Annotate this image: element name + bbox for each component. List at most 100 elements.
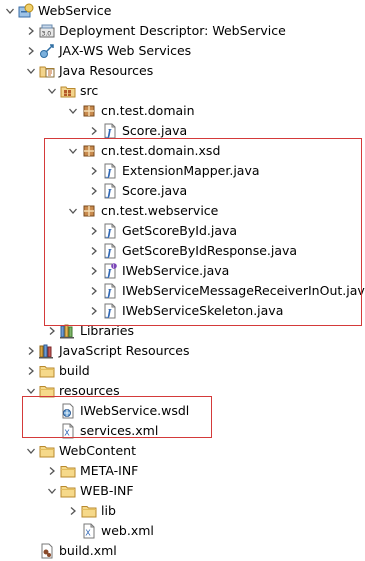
tree-item-label: JAX-WS Web Services bbox=[59, 43, 192, 58]
collapsed-arrow-icon[interactable] bbox=[89, 185, 99, 196]
collapsed-arrow-icon[interactable] bbox=[47, 465, 57, 476]
collapsed-arrow-icon[interactable] bbox=[68, 505, 78, 516]
tree-item-iwebservice-wsdl[interactable]: IWebService.wsdl bbox=[0, 401, 365, 421]
tree-item-resources[interactable]: resources bbox=[0, 381, 365, 401]
svg-text:I: I bbox=[113, 264, 114, 270]
collapsed-arrow-icon[interactable] bbox=[89, 125, 99, 136]
tree-item-label: WebContent bbox=[59, 443, 136, 458]
expanded-arrow-icon[interactable] bbox=[47, 85, 57, 96]
tree-item-label: IWebService.java bbox=[122, 263, 230, 278]
tree-item-java-resources[interactable]: Java Resources bbox=[0, 61, 365, 81]
tree-item-build[interactable]: build bbox=[0, 361, 365, 381]
collapsed-arrow-icon[interactable] bbox=[26, 45, 36, 56]
expanded-arrow-icon[interactable] bbox=[68, 145, 78, 156]
tree-item-label: cn.test.webservice bbox=[101, 203, 219, 218]
expanded-arrow-icon[interactable] bbox=[68, 105, 78, 116]
tree-item-web-inf[interactable]: WEB-INF bbox=[0, 481, 365, 501]
collapsed-arrow-icon[interactable] bbox=[26, 25, 36, 36]
source-folder-icon bbox=[60, 83, 76, 99]
tree-item-meta-inf[interactable]: META-INF bbox=[0, 461, 365, 481]
tree-item-cn-test-domain-xsd[interactable]: cn.test.domain.xsd bbox=[0, 141, 365, 161]
collapsed-arrow-icon[interactable] bbox=[89, 245, 99, 256]
tree-item-cn-test-domain[interactable]: cn.test.domain bbox=[0, 101, 365, 121]
tree-item-label: ExtensionMapper.java bbox=[122, 163, 260, 178]
svg-text:X: X bbox=[85, 529, 91, 538]
svg-text:J: J bbox=[105, 169, 112, 179]
collapsed-arrow-icon[interactable] bbox=[47, 325, 57, 336]
tree-item-score-java[interactable]: J Score.java bbox=[0, 181, 365, 201]
tree-item-label: web.xml bbox=[101, 523, 154, 538]
java-file-icon: J bbox=[102, 183, 118, 199]
java-file-icon: J bbox=[102, 283, 118, 299]
tree-item-label: lib bbox=[101, 503, 116, 518]
tree-item-label: resources bbox=[59, 383, 120, 398]
tree-item-deployment-descriptor-webservice[interactable]: 3.0 Deployment Descriptor: WebService bbox=[0, 21, 365, 41]
expanded-arrow-icon[interactable] bbox=[26, 385, 36, 396]
svg-text:3.0: 3.0 bbox=[42, 31, 52, 38]
deployment-descriptor-icon: 3.0 bbox=[39, 23, 55, 39]
expanded-arrow-icon[interactable] bbox=[26, 445, 36, 456]
xml-file-icon: X bbox=[81, 523, 97, 539]
collapsed-arrow-icon[interactable] bbox=[89, 265, 99, 276]
package-icon bbox=[81, 143, 97, 159]
tree-item-lib[interactable]: lib bbox=[0, 501, 365, 521]
collapsed-arrow-icon[interactable] bbox=[26, 365, 36, 376]
collapsed-arrow-icon[interactable] bbox=[26, 345, 36, 356]
folder-icon bbox=[60, 463, 76, 479]
tree-item-score-java[interactable]: J Score.java bbox=[0, 121, 365, 141]
java-interface-file-icon: JI bbox=[102, 263, 118, 279]
tree-item-label: WebService bbox=[38, 3, 112, 18]
javascript-resources-icon bbox=[39, 343, 55, 359]
tree-item-cn-test-webservice[interactable]: cn.test.webservice bbox=[0, 201, 365, 221]
collapsed-arrow-icon[interactable] bbox=[89, 165, 99, 176]
tree-item-iwebservicemessagereceiverinout-java[interactable]: J IWebServiceMessageReceiverInOut.java bbox=[0, 281, 365, 301]
tree-item-label: JavaScript Resources bbox=[59, 343, 190, 358]
collapsed-arrow-icon[interactable] bbox=[89, 305, 99, 316]
tree-item-label: Score.java bbox=[122, 183, 188, 198]
svg-text:J: J bbox=[105, 229, 112, 239]
tree-item-javascript-resources[interactable]: JavaScript Resources bbox=[0, 341, 365, 361]
project-icon bbox=[18, 3, 34, 19]
tree-item-web-xml[interactable]: Xweb.xml bbox=[0, 521, 365, 541]
collapsed-arrow-icon[interactable] bbox=[89, 285, 99, 296]
svg-text:J: J bbox=[105, 309, 112, 319]
tree-item-getscorebyidresponse-java[interactable]: J GetScoreByIdResponse.java bbox=[0, 241, 365, 261]
tree-item-label: src bbox=[80, 83, 99, 98]
tree-item-services-xml[interactable]: Xservices.xml bbox=[0, 421, 365, 441]
expanded-arrow-icon[interactable] bbox=[47, 485, 57, 496]
svg-text:J: J bbox=[105, 289, 112, 299]
tree-item-label: cn.test.domain bbox=[101, 103, 195, 118]
expanded-arrow-icon[interactable] bbox=[26, 65, 36, 76]
tree-item-build-xml[interactable]: build.xml bbox=[0, 541, 365, 561]
java-file-icon: J bbox=[102, 303, 118, 319]
tree-item-extensionmapper-java[interactable]: J ExtensionMapper.java bbox=[0, 161, 365, 181]
tree-item-webservice[interactable]: WebService bbox=[0, 1, 365, 21]
tree-item-iwebserviceskeleton-java[interactable]: J IWebServiceSkeleton.java bbox=[0, 301, 365, 321]
tree-item-iwebservice-java[interactable]: J I IWebService.java bbox=[0, 261, 365, 281]
folder-icon bbox=[39, 363, 55, 379]
tree-item-jax-ws-web-services[interactable]: JAX-WS Web Services bbox=[0, 41, 365, 61]
tree-item-src[interactable]: src bbox=[0, 81, 365, 101]
svg-text:J: J bbox=[105, 129, 112, 139]
tree-item-getscorebyid-java[interactable]: J GetScoreById.java bbox=[0, 221, 365, 241]
tree-item-label: IWebServiceSkeleton.java bbox=[122, 303, 284, 318]
tree-item-label: IWebServiceMessageReceiverInOut.java bbox=[122, 283, 365, 298]
tree-item-libraries[interactable]: Libraries bbox=[0, 321, 365, 341]
svg-text:J: J bbox=[105, 269, 112, 279]
java-file-icon: J bbox=[102, 123, 118, 139]
tree-item-label: Score.java bbox=[122, 123, 188, 138]
folder-icon bbox=[81, 503, 97, 519]
tree-item-label: build.xml bbox=[59, 543, 117, 558]
xml-file-icon: X bbox=[60, 423, 76, 439]
tree-item-label: Deployment Descriptor: WebService bbox=[59, 23, 286, 38]
java-file-icon: J bbox=[102, 243, 118, 259]
tree-item-webcontent[interactable]: WebContent bbox=[0, 441, 365, 461]
svg-text:J: J bbox=[105, 249, 112, 259]
java-resources-icon bbox=[39, 63, 55, 79]
folder-icon bbox=[39, 383, 55, 399]
collapsed-arrow-icon[interactable] bbox=[89, 225, 99, 236]
expanded-arrow-icon[interactable] bbox=[5, 5, 15, 16]
folder-icon bbox=[39, 443, 55, 459]
package-icon bbox=[81, 103, 97, 119]
expanded-arrow-icon[interactable] bbox=[68, 205, 78, 216]
